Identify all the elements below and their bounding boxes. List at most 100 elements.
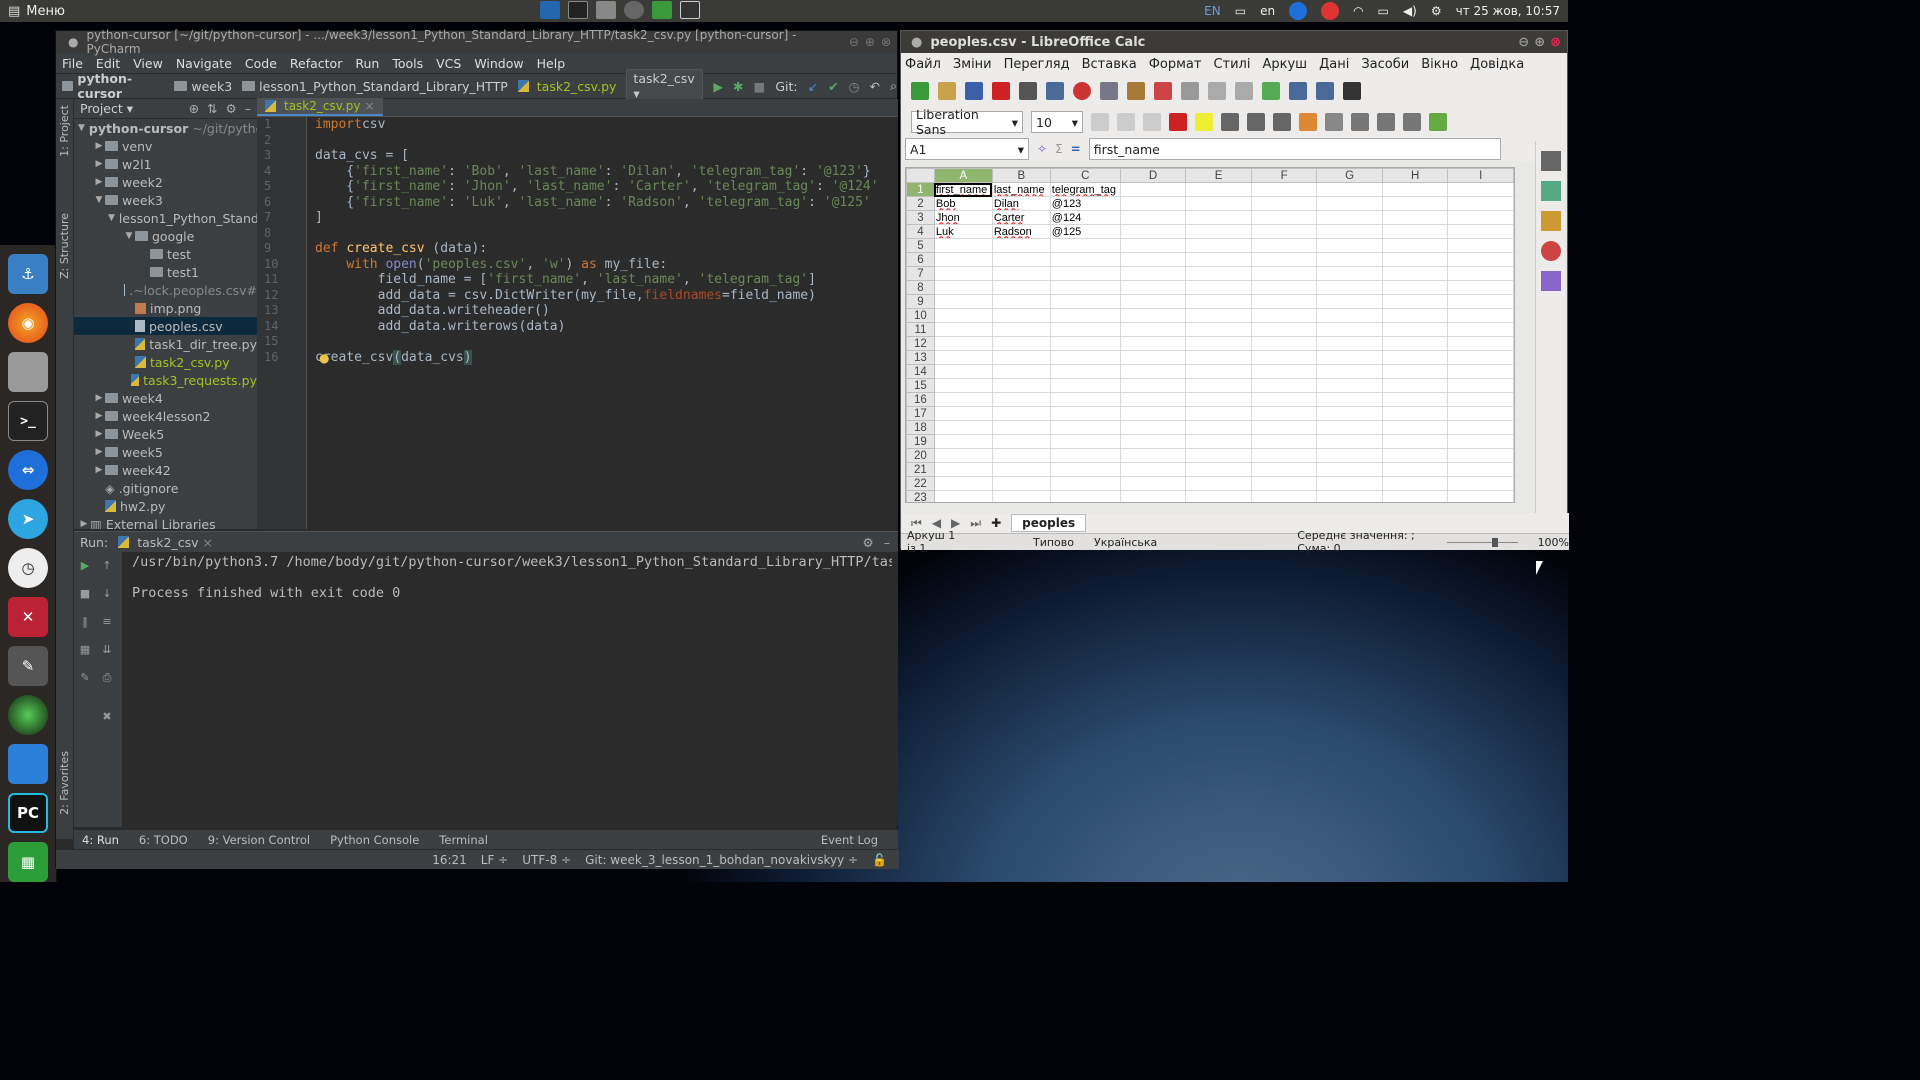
- row-header[interactable]: 9: [906, 294, 935, 309]
- keyboard-layout-indicator[interactable]: EN: [1204, 4, 1221, 18]
- cell[interactable]: [1381, 420, 1449, 435]
- expand-arrow-icon[interactable]: ▼: [78, 123, 85, 133]
- cell[interactable]: [1316, 420, 1383, 435]
- expand-arrow-icon[interactable]: ▶: [93, 393, 105, 403]
- git-revert-icon[interactable]: ↶: [870, 79, 880, 94]
- formula-equals-icon[interactable]: =: [1071, 142, 1081, 156]
- cell[interactable]: [1447, 420, 1514, 435]
- undo-icon[interactable]: [1208, 82, 1226, 100]
- cell[interactable]: [1119, 462, 1187, 477]
- cell[interactable]: [1119, 490, 1187, 502]
- cell[interactable]: [1250, 224, 1318, 239]
- settings-gear-icon[interactable]: ⚙: [226, 101, 237, 116]
- bottom-tab-todo[interactable]: 6: TODO: [139, 833, 188, 847]
- cell[interactable]: [991, 378, 1051, 393]
- bottom-tab-python-console[interactable]: Python Console: [330, 833, 419, 847]
- cell[interactable]: [933, 336, 993, 351]
- cell[interactable]: [933, 322, 993, 337]
- cell[interactable]: [1250, 434, 1318, 449]
- column-header[interactable]: G: [1316, 168, 1383, 183]
- cell[interactable]: [1250, 196, 1318, 211]
- cell[interactable]: [1185, 420, 1252, 435]
- cell[interactable]: [1250, 406, 1318, 421]
- cell[interactable]: [933, 448, 993, 463]
- currency-icon[interactable]: [1429, 113, 1447, 131]
- cell[interactable]: [1381, 392, 1449, 407]
- cell[interactable]: [1316, 392, 1383, 407]
- cell[interactable]: [1447, 378, 1514, 393]
- cell[interactable]: [1250, 238, 1318, 253]
- cell[interactable]: [1250, 210, 1318, 225]
- cell[interactable]: [1185, 392, 1252, 407]
- column-header[interactable]: D: [1119, 168, 1187, 183]
- add-sheet-icon[interactable]: ✚: [991, 516, 1001, 530]
- cell[interactable]: [1119, 420, 1187, 435]
- redo-icon[interactable]: [1235, 82, 1253, 100]
- row-header[interactable]: 1: [906, 182, 935, 197]
- cell[interactable]: [1250, 252, 1318, 267]
- run-tab[interactable]: task2_csv ×: [118, 535, 213, 550]
- cell[interactable]: [1049, 490, 1121, 502]
- tree-item[interactable]: task1_dir_tree.py: [74, 335, 257, 353]
- cell[interactable]: [1119, 378, 1187, 393]
- cell[interactable]: [1119, 448, 1187, 463]
- cell[interactable]: [1316, 350, 1383, 365]
- cell[interactable]: [933, 294, 993, 309]
- align-right-icon[interactable]: [1273, 113, 1291, 131]
- cell[interactable]: [1250, 294, 1318, 309]
- cell[interactable]: [933, 392, 993, 407]
- cell[interactable]: [1250, 322, 1318, 337]
- cell[interactable]: [1447, 252, 1514, 267]
- tree-item[interactable]: ▶ Week5: [74, 425, 257, 443]
- cell[interactable]: first_name: [933, 182, 993, 197]
- tree-item[interactable]: ▼ python-cursor ~/git/pytho: [74, 119, 257, 137]
- cell[interactable]: [1185, 462, 1252, 477]
- cell[interactable]: [1447, 434, 1514, 449]
- cell[interactable]: @124: [1049, 210, 1121, 225]
- cell[interactable]: [1316, 224, 1383, 239]
- wrap-icon[interactable]: [1299, 113, 1317, 131]
- cell[interactable]: [1316, 378, 1383, 393]
- cell[interactable]: [1119, 364, 1187, 379]
- styles-icon[interactable]: [1541, 181, 1561, 201]
- cell[interactable]: [991, 322, 1051, 337]
- cell[interactable]: [1119, 266, 1187, 281]
- cell[interactable]: [1381, 476, 1449, 491]
- cell[interactable]: [1049, 378, 1121, 393]
- column-header[interactable]: F: [1250, 168, 1318, 183]
- cell[interactable]: [1316, 182, 1383, 197]
- cell[interactable]: [991, 490, 1051, 502]
- cell[interactable]: last_name: [991, 182, 1051, 197]
- cell[interactable]: [1381, 196, 1449, 211]
- print-icon[interactable]: [1019, 82, 1037, 100]
- anchor-app-icon[interactable]: ⚓: [8, 254, 48, 294]
- wifi-icon[interactable]: ◠: [1353, 4, 1363, 18]
- minimize-icon[interactable]: ⊖: [849, 35, 859, 49]
- menu-edit[interactable]: Edit: [96, 56, 120, 71]
- cell[interactable]: [1316, 280, 1383, 295]
- cell[interactable]: [1185, 182, 1252, 197]
- cell[interactable]: [933, 420, 993, 435]
- cell[interactable]: [1185, 490, 1252, 502]
- cell[interactable]: [1381, 350, 1449, 365]
- cell[interactable]: [1381, 280, 1449, 295]
- cut-icon[interactable]: [1073, 82, 1091, 100]
- navigator-icon[interactable]: [1541, 241, 1561, 261]
- calc-titlebar[interactable]: ● peoples.csv - LibreOffice Calc ⊖ ⊕ ⊗: [901, 31, 1567, 53]
- telegram-icon[interactable]: ➤: [8, 499, 48, 539]
- align-bottom-icon[interactable]: [1403, 113, 1421, 131]
- cell[interactable]: Luk: [933, 224, 993, 239]
- cell[interactable]: [1381, 182, 1449, 197]
- calc-menu-item[interactable]: Перегляд: [1004, 57, 1070, 72]
- cell[interactable]: [1119, 322, 1187, 337]
- clear-formatting-icon[interactable]: [1181, 82, 1199, 100]
- menu-navigate[interactable]: Navigate: [176, 56, 232, 71]
- cell[interactable]: [1185, 266, 1252, 281]
- cell[interactable]: [1447, 196, 1514, 211]
- scroll-up-icon[interactable]: ↑: [100, 559, 114, 573]
- cell[interactable]: [1250, 350, 1318, 365]
- cell[interactable]: @123: [1049, 196, 1121, 211]
- cell[interactable]: [1447, 406, 1514, 421]
- cell[interactable]: [1185, 196, 1252, 211]
- battery-icon[interactable]: ▭: [1378, 4, 1389, 18]
